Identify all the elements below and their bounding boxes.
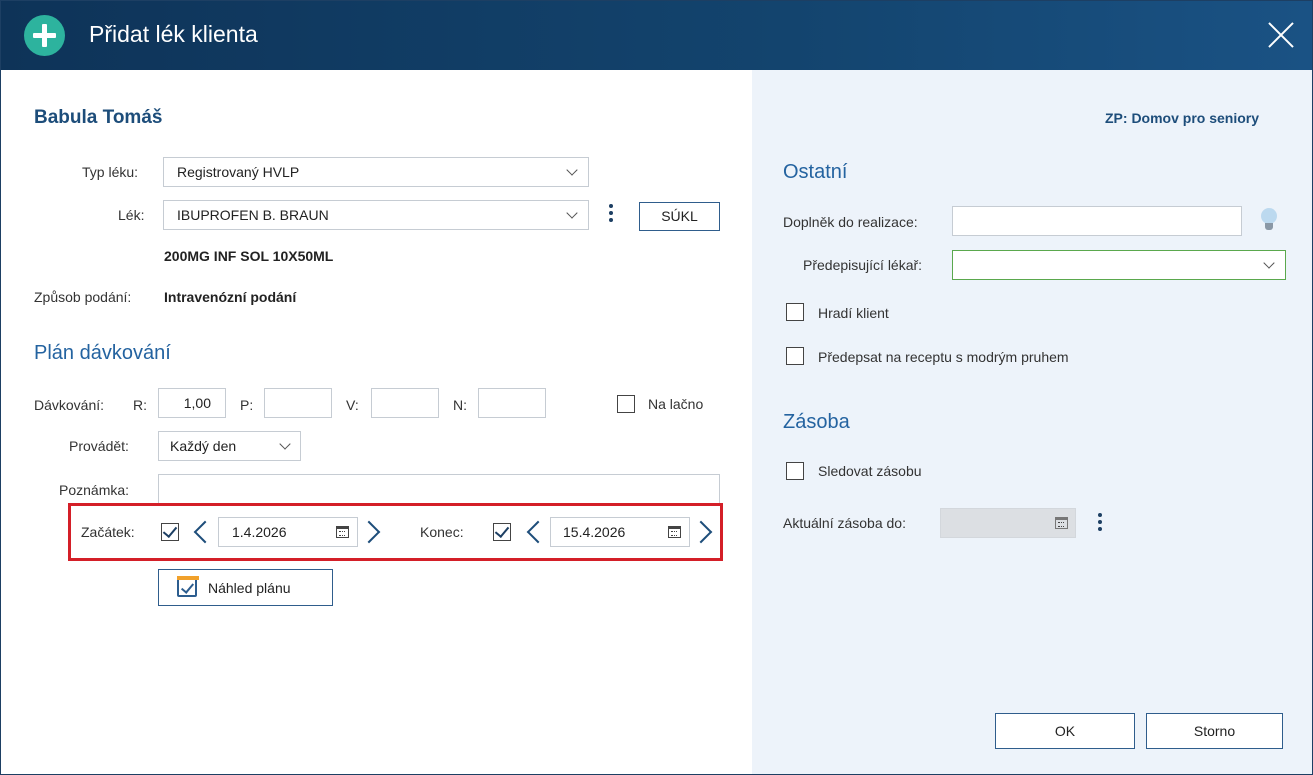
doctor-select[interactable]	[952, 250, 1286, 280]
drug-strength: 200MG INF SOL 10X50ML	[164, 248, 334, 264]
add-drug-dialog: Přidat lék klienta Babula Tomáš Typ léku…	[0, 0, 1313, 775]
blue-stripe-checkbox[interactable]	[786, 347, 804, 365]
dose-r-input[interactable]: 1,00	[158, 388, 226, 418]
chevron-down-icon	[566, 164, 578, 176]
drug-value: IBUPROFEN B. BRAUN	[177, 207, 329, 223]
dialog-title: Přidat lék klienta	[89, 21, 258, 47]
dose-r-label: R:	[133, 397, 147, 413]
calendar-icon	[1055, 517, 1068, 529]
end-date-input[interactable]: 15.4.2026	[550, 517, 690, 547]
calendar-icon[interactable]	[668, 526, 681, 538]
title-bar: Přidat lék klienta	[1, 1, 1312, 70]
blue-stripe-label: Předepsat na receptu s modrým pruhem	[818, 349, 1069, 365]
start-date-value: 1.4.2026	[232, 524, 287, 540]
drug-type-label: Typ léku:	[82, 164, 139, 180]
chevron-down-icon	[279, 438, 291, 450]
dose-n-input[interactable]	[478, 388, 546, 418]
plan-preview-label: Náhled plánu	[208, 580, 291, 596]
note-label: Poznámka:	[59, 482, 130, 498]
dose-p-label: P:	[240, 397, 254, 413]
plus-icon	[24, 15, 65, 56]
chevron-down-icon	[1263, 257, 1275, 269]
route-label: Způsob podání:	[34, 289, 132, 305]
dose-n-label: N:	[453, 397, 467, 413]
calendar-check-icon	[177, 576, 199, 597]
more-vertical-icon[interactable]	[1098, 513, 1102, 534]
dose-r-value: 1,00	[183, 395, 211, 411]
stock-section-title: Zásoba	[783, 411, 850, 433]
more-vertical-icon[interactable]	[609, 204, 613, 225]
ok-button[interactable]: OK	[995, 713, 1135, 749]
drug-label: Lék:	[118, 207, 145, 223]
perform-label: Provádět:	[69, 438, 129, 454]
route-value: Intravenózní podání	[164, 289, 297, 305]
close-icon[interactable]	[1267, 21, 1295, 49]
paid-by-client-label: Hradí klient	[818, 305, 889, 321]
end-label: Konec:	[420, 524, 464, 540]
drug-type-select[interactable]: Registrovaný HVLP	[163, 157, 589, 187]
chevron-down-icon	[566, 207, 578, 219]
calendar-icon[interactable]	[336, 526, 349, 538]
fasting-checkbox[interactable]	[617, 395, 635, 413]
start-label: Začátek:	[81, 524, 135, 540]
dose-v-label: V:	[346, 397, 359, 413]
end-checkbox[interactable]	[493, 523, 511, 541]
paid-by-client-checkbox[interactable]	[786, 303, 804, 321]
fasting-label: Na lačno	[648, 396, 704, 412]
start-date-input[interactable]: 1.4.2026	[218, 517, 358, 547]
dose-p-input[interactable]	[264, 388, 332, 418]
track-stock-label: Sledovat zásobu	[818, 463, 922, 479]
note-input[interactable]	[158, 474, 720, 504]
plan-section-title: Plán dávkování	[34, 342, 171, 364]
doctor-label: Předepisující lékař:	[803, 257, 923, 273]
end-date-value: 15.4.2026	[563, 524, 626, 540]
dose-v-input[interactable]	[371, 388, 439, 418]
sukl-button[interactable]: SÚKL	[639, 202, 720, 231]
other-section-title: Ostatní	[783, 161, 848, 183]
client-name: Babula Tomáš	[34, 107, 163, 128]
supplement-label: Doplněk do realizace:	[783, 214, 918, 230]
facility-label: ZP: Domov pro seniory	[1105, 110, 1260, 126]
current-stock-input	[940, 508, 1076, 538]
dosing-label: Dávkování:	[34, 397, 105, 413]
perform-select[interactable]: Každý den	[158, 431, 301, 461]
current-stock-label: Aktuální zásoba do:	[783, 515, 906, 531]
start-checkbox[interactable]	[161, 523, 179, 541]
drug-select[interactable]: IBUPROFEN B. BRAUN	[163, 200, 589, 230]
track-stock-checkbox[interactable]	[786, 462, 804, 480]
lightbulb-icon[interactable]	[1260, 208, 1278, 232]
supplement-input[interactable]	[952, 206, 1242, 236]
drug-type-value: Registrovaný HVLP	[177, 164, 300, 180]
perform-value: Každý den	[170, 438, 237, 454]
cancel-button[interactable]: Storno	[1146, 713, 1283, 749]
